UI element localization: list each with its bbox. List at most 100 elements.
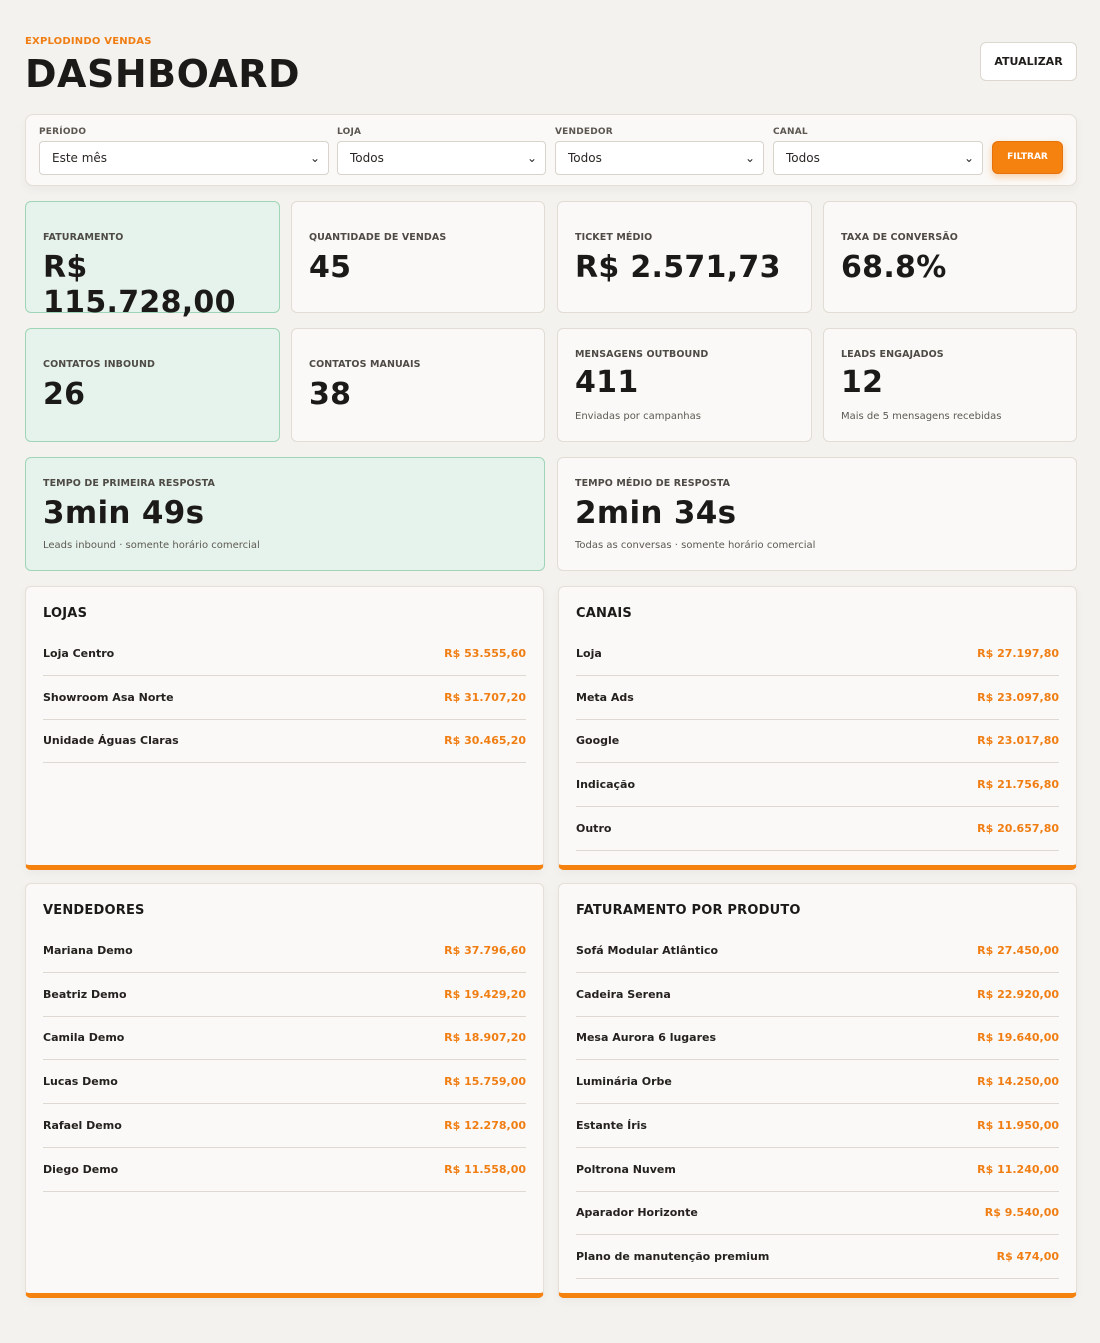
list-item-value: R$ 22.920,00 — [977, 987, 1059, 1001]
list-item: Estante Íris R$ 11.950,00 — [576, 1104, 1059, 1148]
list-item: Outro R$ 20.657,80 — [576, 807, 1059, 851]
list-item-name: Loja Centro — [43, 647, 115, 660]
filter-bar: PERÍODO Este mês ⌄ LOJA Todos ⌄ VENDEDOR… — [25, 114, 1077, 186]
kpi-sales-count: QUANTIDADE DE VENDAS 45 — [291, 201, 545, 313]
filter-seller: VENDEDOR Todos ⌄ — [555, 125, 764, 175]
seller-select[interactable]: Todos ⌄ — [555, 141, 764, 175]
kpi-manual: CONTATOS MANUAIS 38 — [291, 328, 545, 442]
kpi-outbound-value: 411 — [575, 365, 639, 400]
channel-select[interactable]: Todos ⌄ — [773, 141, 983, 175]
produtos-panel: FATURAMENTO POR PRODUTO Sofá Modular Atl… — [558, 883, 1077, 1298]
list-item: Aparador Horizonte R$ 9.540,00 — [576, 1191, 1059, 1236]
filter-period: PERÍODO Este mês ⌄ — [39, 125, 329, 175]
kpi-conversion: TAXA DE CONVERSÃO 68.8% — [823, 201, 1077, 313]
list-item-value: R$ 23.017,80 — [977, 734, 1059, 748]
lojas-panel: LOJAS Loja Centro R$ 53.555,60 Showroom As… — [25, 586, 544, 870]
list-item-value: R$ 37.796,60 — [444, 944, 526, 957]
kpi-avg-ticket-label: TICKET MÉDIO — [575, 232, 653, 243]
kpi-outbound-sub: Enviadas por campanhas — [575, 411, 701, 422]
canais-panel: CANAIS Loja R$ 27.197,80 Meta Ads R$ 23.097… — [558, 586, 1077, 870]
kpi-avg-ticket: TICKET MÉDIO R$ 2.571,73 — [557, 201, 812, 313]
vendedores-panel: VENDEDORES Mariana Demo R$ 37.796,60 Beatr… — [25, 883, 544, 1298]
list-item: Mariana Demo R$ 37.796,60 — [43, 929, 526, 973]
period-select-value: Este mês — [52, 151, 108, 165]
list-item-value: R$ 20.657,80 — [977, 821, 1059, 835]
kpi-outbound: MENSAGENS OUTBOUND 411 Enviadas por camp… — [557, 328, 812, 442]
kpi-first-response-label: TEMPO DE PRIMEIRA RESPOSTA — [43, 478, 215, 489]
store-select[interactable]: Todos ⌄ — [337, 141, 546, 175]
kpi-manual-label: CONTATOS MANUAIS — [309, 359, 421, 370]
list-item-name: Cadeira Serena — [576, 987, 671, 1001]
filter-button[interactable]: FILTRAR — [992, 141, 1063, 174]
filter-seller-label: VENDEDOR — [555, 127, 613, 137]
store-select-value: Todos — [350, 151, 384, 165]
list-item: Meta Ads R$ 23.097,80 — [576, 676, 1059, 720]
list-item-value: R$ 23.097,80 — [977, 690, 1059, 704]
kpi-sales-count-label: QUANTIDADE DE VENDAS — [309, 232, 447, 243]
filter-channel-label: CANAL — [773, 127, 808, 137]
list-item-value: R$ 14.250,00 — [977, 1075, 1059, 1089]
chevron-down-icon: ⌄ — [526, 151, 537, 165]
kpi-engaged-label: LEADS ENGAJADOS — [841, 349, 944, 360]
list-item: Showroom Asa Norte R$ 31.707,20 — [43, 676, 526, 720]
chevron-down-icon: ⌄ — [963, 151, 974, 165]
list-item-name: Beatriz Demo — [43, 987, 127, 1001]
list-item-value: R$ 31.707,20 — [444, 690, 526, 704]
list-item: Mesa Aurora 6 lugares R$ 19.640,00 — [576, 1016, 1059, 1061]
list-item-name: Mesa Aurora 6 lugares — [576, 1031, 717, 1045]
refresh-button[interactable]: ATUALIZAR — [980, 42, 1077, 81]
period-select[interactable]: Este mês ⌄ — [39, 141, 329, 175]
kpi-avg-response-value: 2min 34s — [575, 495, 737, 531]
list-item-name: Showroom Asa Norte — [43, 690, 174, 704]
canais-title: CANAIS — [576, 606, 632, 621]
list-item-name: Plano de manutenção premium — [576, 1249, 770, 1263]
filter-store-label: LOJA — [337, 127, 362, 137]
kpi-conversion-value: 68.8% — [841, 250, 947, 285]
kpi-engaged: LEADS ENGAJADOS 12 Mais de 5 mensagens r… — [823, 328, 1077, 442]
list-item: Poltrona Nuvem R$ 11.240,00 — [576, 1148, 1059, 1192]
list-item-name: Outro — [576, 821, 612, 835]
list-item: Cadeira Serena R$ 22.920,00 — [576, 973, 1059, 1017]
list-item-value: R$ 15.759,00 — [444, 1075, 526, 1089]
list-item: Sofá Modular Atlântico R$ 27.450,00 — [576, 929, 1059, 973]
list-item-name: Meta Ads — [576, 690, 634, 704]
filter-channel: CANAL Todos ⌄ — [773, 125, 983, 175]
filter-store: LOJA Todos ⌄ — [337, 125, 546, 175]
kpi-conversion-label: TAXA DE CONVERSÃO — [841, 232, 958, 243]
list-item-value: R$ 30.465,20 — [444, 734, 526, 748]
list-item-name: Diego Demo — [43, 1162, 119, 1176]
list-item-name: Aparador Horizonte — [576, 1206, 698, 1220]
list-item-value: R$ 53.555,60 — [444, 647, 526, 660]
kpi-avg-response-sub: Todas as conversas · somente horário com… — [575, 540, 816, 551]
list-item-name: Estante Íris — [576, 1118, 647, 1132]
kpi-engaged-value: 12 — [841, 365, 884, 400]
channel-select-value: Todos — [786, 151, 820, 165]
kpi-sales-count-value: 45 — [309, 250, 352, 285]
list-item-value: R$ 12.278,00 — [444, 1118, 526, 1132]
kpi-first-response-sub: Leads inbound · somente horário comercia… — [43, 540, 260, 551]
list-item-name: Camila Demo — [43, 1031, 125, 1045]
list-item-value: R$ 19.429,20 — [444, 987, 526, 1001]
list-item-name: Sofá Modular Atlântico — [576, 944, 719, 957]
list-item-value: R$ 11.558,00 — [444, 1162, 526, 1176]
list-item: Plano de manutenção premium R$ 474,00 — [576, 1235, 1059, 1279]
list-item: Google R$ 23.017,80 — [576, 719, 1059, 764]
chevron-down-icon: ⌄ — [744, 151, 755, 165]
kpi-avg-response-label: TEMPO MÉDIO DE RESPOSTA — [575, 478, 731, 489]
list-item: Diego Demo R$ 11.558,00 — [43, 1148, 526, 1192]
list-item-name: Google — [576, 734, 620, 748]
list-item: Loja R$ 27.197,80 — [576, 632, 1059, 676]
list-item-name: Luminária Orbe — [576, 1075, 672, 1089]
list-item-name: Loja — [576, 647, 602, 660]
kpi-first-response: TEMPO DE PRIMEIRA RESPOSTA 3min 49s Lead… — [25, 457, 545, 571]
kpi-revenue-label: FATURAMENTO — [43, 232, 124, 243]
list-item-name: Rafael Demo — [43, 1118, 122, 1132]
list-item-value: R$ 27.197,80 — [977, 647, 1059, 660]
vendedores-title: VENDEDORES — [43, 903, 145, 918]
list-item: Loja Centro R$ 53.555,60 — [43, 632, 526, 676]
chevron-down-icon: ⌄ — [309, 151, 320, 165]
kpi-inbound-label: CONTATOS INBOUND — [43, 359, 156, 370]
list-item-value: R$ 11.240,00 — [977, 1162, 1059, 1176]
list-item: Luminária Orbe R$ 14.250,00 — [576, 1060, 1059, 1105]
kpi-inbound-value: 26 — [43, 377, 86, 412]
